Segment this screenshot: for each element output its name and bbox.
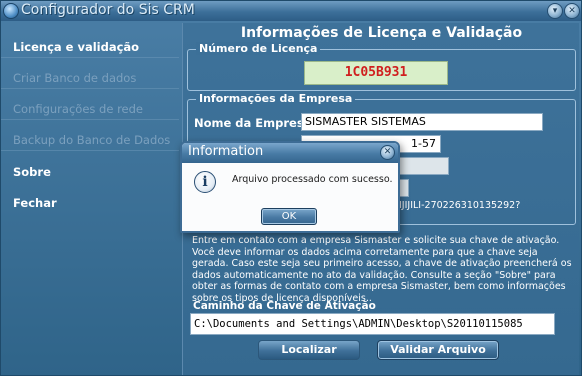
sidebar-item-network-settings[interactable]: Configurações de rede [13,102,143,116]
sidebar-item-license[interactable]: Licença e validação [13,40,139,54]
page-title: Informações de Licença e Validação [240,25,523,41]
configurator-window: Configurador do Sis CRM ▾ ✕ Licença e va… [0,0,582,376]
dialog-title: Information [188,144,264,159]
sidebar: Licença e validação Criar Banco de dados… [1,21,179,375]
sidebar-item-close[interactable]: Fechar [13,196,57,210]
sidebar-item-about[interactable]: Sobre [13,165,51,179]
sidebar-divider [1,150,179,151]
license-group-legend: Número de Licença [196,42,321,55]
info-icon: i [194,171,216,193]
sidebar-divider [1,88,179,89]
window-title: Configurador do Sis CRM [21,2,195,18]
company-name-field[interactable]: SISMASTER SISTEMAS [301,113,543,131]
sidebar-item-backup[interactable]: Backup do Banco de Dados [13,133,170,147]
dialog-close-button[interactable]: ✕ [380,145,395,160]
company-name-label: Nome da Empresa [194,116,312,130]
ok-button[interactable]: OK [261,208,317,225]
sidebar-divider [1,57,179,58]
dialog-message: Arquivo processado com sucesso. [232,174,393,185]
minimize-button[interactable]: ▾ [547,3,563,19]
validate-file-button[interactable]: Validar Arquivo [377,340,499,360]
close-window-button[interactable]: ✕ [564,3,580,19]
sidebar-divider [1,119,179,120]
dialog-title-bar[interactable]: Information ✕ [182,143,398,163]
app-logo-icon [3,3,19,19]
locate-button[interactable]: Localizar [258,340,360,360]
sidebar-item-create-database[interactable]: Criar Banco de dados [13,71,136,85]
instructions-text: Entre em contato com a empresa Sismaster… [192,235,572,304]
title-bar[interactable]: Configurador do Sis CRM ▾ ✕ [1,1,581,21]
information-dialog: Information ✕ i Arquivo processado com s… [180,141,400,233]
activation-path-label: Caminho da Chave de Ativação [193,300,376,312]
license-number-display: 1C05B931 [304,61,448,85]
activation-path-input[interactable]: C:\Documents and Settings\ADMIN\Desktop\… [190,313,555,335]
activation-key-text: IJIJILI-270226310135292? [399,200,521,211]
company-group-legend: Informações da Empresa [196,92,356,105]
